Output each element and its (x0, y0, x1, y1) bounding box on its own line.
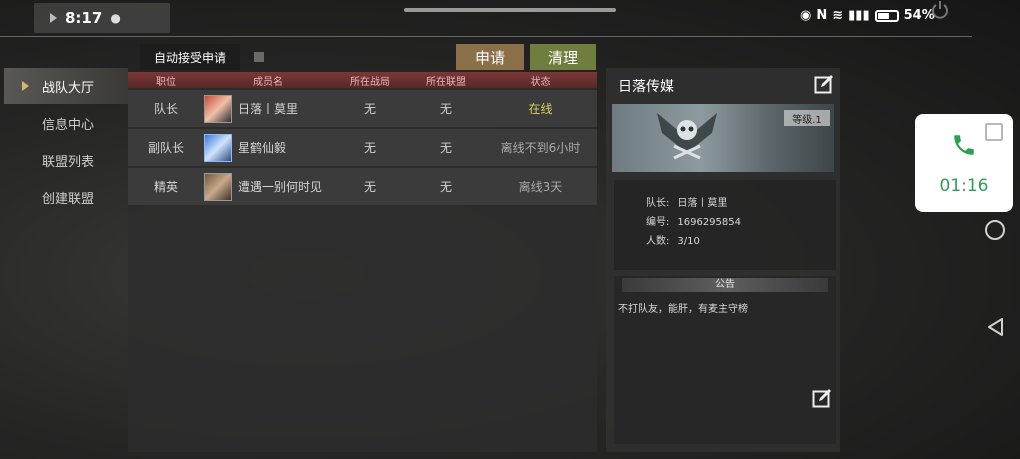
avatar[interactable] (204, 172, 232, 201)
member-position: 副队长 (147, 141, 184, 155)
call-duration: 01:16 (939, 176, 989, 196)
home-button[interactable] (985, 220, 1005, 240)
member-status: 在线 (528, 102, 553, 116)
team-info-panel: 日落传媒 等级.1 队长: 日落丨莫里 编号: 1696295854 人数: 3… (606, 68, 840, 452)
table-row[interactable]: 队长 日落丨莫里 无 无 在线 (128, 90, 597, 127)
edit-name-icon[interactable] (814, 74, 834, 94)
id-label: 编号: (646, 217, 670, 228)
notice-box: 公告 不打队友，能肝，有麦主守榜 (614, 276, 836, 444)
menu-label: 战队大厅 (42, 80, 95, 96)
header-status: 状态 (530, 76, 551, 88)
member-status: 离线不到6小时 (500, 141, 581, 155)
side-menu: 战队大厅 信息中心 联盟列表 创建联盟 (4, 68, 128, 216)
leader-label: 队长: (646, 198, 670, 209)
leader-value: 日落丨莫里 (677, 198, 728, 209)
auto-accept-checkbox[interactable] (254, 52, 264, 62)
member-alliance: 无 (439, 180, 452, 194)
table-row[interactable]: 精英 遭遇一别何时见 无 无 离线3天 (128, 168, 597, 205)
avatar[interactable] (204, 133, 232, 162)
member-cell: 星鹤仙毅 (204, 133, 332, 162)
member-position: 精英 (153, 180, 178, 194)
table-header: 职位 成员名 所在战局 所在联盟 状态 (128, 72, 597, 88)
member-battle: 无 (363, 180, 376, 194)
header-alliance: 所在联盟 (426, 76, 466, 88)
member-cell: 日落丨莫里 (204, 94, 332, 123)
status-left: 8:17 ● (34, 3, 170, 33)
member-cell: 遭遇一别何时见 (204, 172, 332, 201)
menu-label: 创建联盟 (42, 191, 95, 207)
menu-item-info-center[interactable]: 信息中心 (4, 105, 128, 141)
auto-accept-label: 自动接受申请 (140, 44, 240, 70)
recents-button[interactable] (985, 123, 1003, 141)
status-bar: 8:17 ● ◉ N ≋ ▮▮▮ 54% (0, 0, 1020, 36)
member-name: 星鹤仙毅 (238, 141, 287, 155)
table-row[interactable]: 副队长 星鹤仙毅 无 无 离线不到6小时 (128, 129, 597, 166)
team-name: 日落传媒 (618, 79, 674, 95)
wechat-icon: ● (110, 11, 121, 25)
play-icon (50, 13, 57, 23)
signal-icon: ▮▮▮ (848, 8, 870, 23)
back-button[interactable] (986, 317, 1004, 337)
status-icons: ◉ N ≋ ▮▮▮ 54% (800, 8, 935, 23)
eye-icon: ◉ (800, 8, 812, 23)
clean-button[interactable]: 清理 (530, 44, 596, 70)
id-value: 1696295854 (677, 217, 741, 228)
level-badge: 等级.1 (784, 110, 830, 126)
skull-emblem-icon (657, 113, 717, 160)
member-status: 离线3天 (518, 180, 563, 194)
header-member: 成员名 (253, 76, 283, 88)
menu-item-team-hall[interactable]: 战队大厅 (4, 68, 128, 104)
count-value: 3/10 (677, 236, 700, 247)
team-banner: 等级.1 (612, 104, 834, 172)
apply-button[interactable]: 申请 (456, 44, 524, 70)
notice-title: 公告 (622, 278, 828, 292)
clock: 8:17 (65, 9, 103, 27)
menu-item-alliance-list[interactable]: 联盟列表 (4, 142, 128, 178)
count-label: 人数: (646, 236, 670, 247)
edit-notice-icon[interactable] (812, 388, 832, 408)
id-row: 编号: 1696295854 (646, 213, 836, 232)
avatar[interactable] (204, 94, 232, 123)
menu-item-create-alliance[interactable]: 创建联盟 (4, 179, 128, 215)
member-alliance: 无 (439, 102, 452, 116)
member-battle: 无 (363, 102, 376, 116)
member-position: 队长 (153, 102, 178, 116)
menu-label: 信息中心 (42, 117, 95, 133)
nfc-icon: N (816, 8, 828, 23)
menu-label: 联盟列表 (42, 154, 95, 170)
header-battle: 所在战局 (350, 76, 390, 88)
header-position: 职位 (156, 76, 176, 88)
member-table: 职位 成员名 所在战局 所在联盟 状态 队长 日落丨莫里 无 无 在线 副队长 … (128, 72, 597, 452)
team-details: 队长: 日落丨莫里 编号: 1696295854 人数: 3/10 (614, 180, 836, 270)
header-divider (0, 36, 972, 37)
notice-text: 不打队友，能肝，有麦主守榜 (618, 304, 748, 315)
top-pill[interactable] (404, 8, 616, 12)
member-name: 遭遇一别何时见 (238, 180, 323, 194)
member-battle: 无 (363, 141, 376, 155)
member-name: 日落丨莫里 (238, 102, 299, 116)
count-row: 人数: 3/10 (646, 232, 836, 251)
battery-icon (874, 9, 899, 22)
leader-row: 队长: 日落丨莫里 (646, 194, 836, 213)
power-icon (932, 1, 948, 19)
member-alliance: 无 (439, 141, 452, 155)
wifi-icon: ≋ (832, 8, 844, 23)
phone-icon (954, 135, 974, 155)
